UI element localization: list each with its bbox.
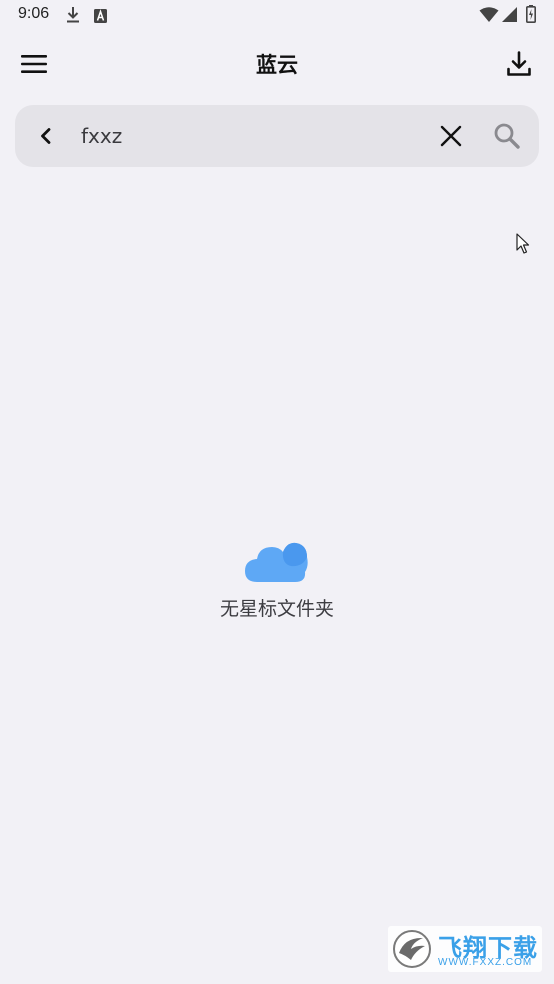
search-icon <box>494 123 520 149</box>
cell-signal-icon <box>502 7 517 26</box>
downloads-button[interactable] <box>499 44 539 84</box>
search-bar <box>15 105 539 167</box>
download-icon <box>66 6 80 28</box>
cloud-icon <box>245 542 308 582</box>
close-icon <box>440 125 462 147</box>
wifi-icon <box>479 7 499 27</box>
clear-search-button[interactable] <box>431 116 471 156</box>
mouse-pointer-icon <box>516 233 530 259</box>
back-icon <box>41 128 51 144</box>
empty-state-message: 无星标文件夹 <box>219 598 334 620</box>
watermark-logo-icon <box>393 930 431 968</box>
search-input[interactable] <box>81 118 421 154</box>
watermark: 飞翔下载 WWW.FXXZ.COM <box>388 926 542 972</box>
page-title: 蓝云 <box>256 53 298 77</box>
status-time: 9:06 <box>18 5 50 22</box>
battery-icon <box>526 5 536 27</box>
app-bar: 蓝云 <box>0 32 554 96</box>
search-button[interactable] <box>487 116 527 156</box>
watermark-url: WWW.FXXZ.COM <box>438 957 533 968</box>
download-icon <box>507 51 531 76</box>
status-bar: 9:06 <box>0 0 554 32</box>
empty-state: 无星标文件夹 <box>0 538 554 621</box>
back-button[interactable] <box>26 116 66 156</box>
font-a-icon <box>94 8 107 27</box>
